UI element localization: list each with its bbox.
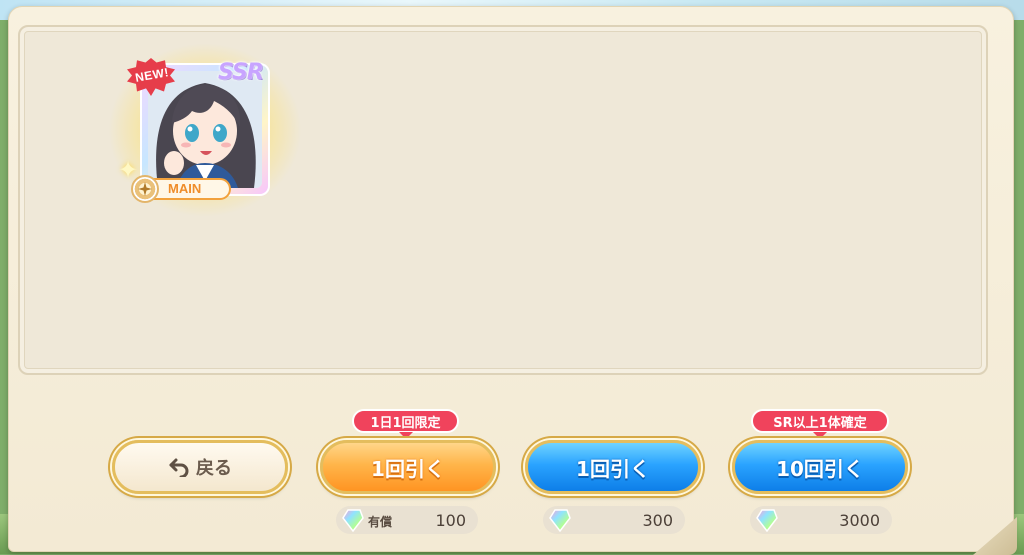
back-button-label: 戻る xyxy=(196,458,232,479)
main-role-label: MAIN xyxy=(168,181,202,196)
one-cost: 300 xyxy=(642,511,673,530)
gem-icon xyxy=(756,509,778,532)
pull-one-button[interactable]: 1回引く xyxy=(525,440,701,494)
daily-limit-tag: 1日1回限定 xyxy=(352,409,459,433)
back-button[interactable]: 戻る xyxy=(112,440,288,494)
daily-limit-text: 1日1回限定 xyxy=(370,415,441,431)
one-cost-display: 300 xyxy=(543,506,685,534)
pull-ten-button[interactable]: 10回引く xyxy=(732,440,908,494)
guarantee-tag: SR以上1体確定 xyxy=(751,409,889,433)
pull-ten-label: 10回引く xyxy=(776,456,864,481)
guarantee-tag-arrow xyxy=(813,432,827,439)
pull-one-paid-label: 1回引く xyxy=(371,456,445,481)
back-arrow-icon xyxy=(169,458,189,477)
pull-one-label: 1回引く xyxy=(576,456,650,481)
gem-icon xyxy=(549,509,571,532)
page-curl-decoration xyxy=(973,517,1017,555)
daily-limit-tag-arrow xyxy=(399,432,413,439)
rarity-ssr-label: SSR xyxy=(218,60,264,85)
gem-icon xyxy=(342,509,364,532)
ten-cost: 3000 xyxy=(839,511,880,530)
main-role-icon xyxy=(131,175,159,203)
pull-one-paid-button[interactable]: 1回引く xyxy=(320,440,496,494)
paid-one-cost: 100 xyxy=(435,511,466,530)
guarantee-text: SR以上1体確定 xyxy=(773,415,867,431)
ten-cost-display: 3000 xyxy=(750,506,892,534)
paid-label: 有償 xyxy=(368,515,393,529)
paid-cost-display: 有償 100 xyxy=(336,506,478,534)
character-portrait-icon xyxy=(148,71,262,188)
